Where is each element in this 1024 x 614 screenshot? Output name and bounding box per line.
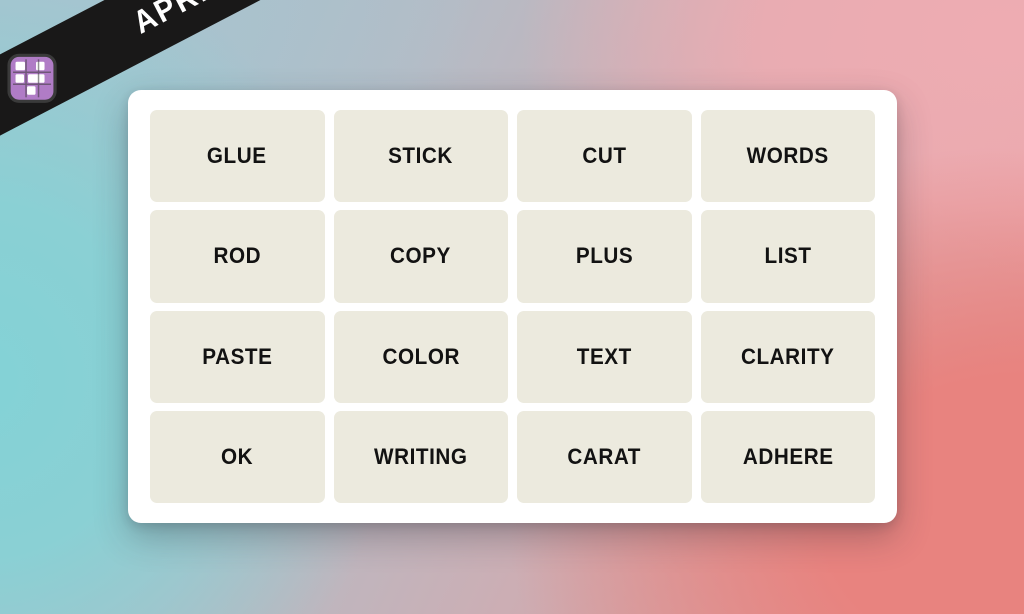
- word-tile-label: ROD: [213, 243, 262, 269]
- word-tile-label: ADHERE: [742, 443, 834, 469]
- word-tile[interactable]: ADHERE: [700, 410, 875, 503]
- connections-grid-logo-svg: [7, 53, 57, 103]
- word-tile-label: CLARITY: [740, 343, 835, 369]
- word-tile[interactable]: COLOR: [333, 310, 508, 403]
- word-tile-label: WORDS: [746, 143, 829, 169]
- word-tile[interactable]: COPY: [333, 210, 508, 303]
- word-tile[interactable]: PLUS: [517, 210, 692, 303]
- word-tile[interactable]: WRITING: [333, 410, 508, 503]
- word-tile-label: TEXT: [576, 343, 632, 369]
- puzzle-card: GLUE STICK CUT WORDS ROD COPY PLUS LIST …: [128, 90, 897, 523]
- word-tile-label: WRITING: [373, 443, 468, 469]
- word-tile[interactable]: OK: [150, 410, 325, 503]
- word-tile[interactable]: PASTE: [150, 310, 325, 403]
- word-tile[interactable]: STICK: [333, 110, 508, 203]
- word-tile-label: GLUE: [207, 143, 268, 169]
- word-tile[interactable]: ROD: [150, 210, 325, 303]
- word-tile-label: OK: [221, 443, 254, 469]
- word-tile-label: PASTE: [202, 343, 273, 369]
- word-tile[interactable]: CUT: [517, 110, 692, 203]
- word-tile[interactable]: WORDS: [700, 110, 875, 203]
- connections-grid-logo-icon: [0, 43, 67, 113]
- word-tile[interactable]: TEXT: [517, 310, 692, 403]
- word-tile-label: CUT: [582, 143, 627, 169]
- word-tile-label: COPY: [390, 243, 452, 269]
- word-tile[interactable]: CARAT: [517, 410, 692, 503]
- word-tile-label: LIST: [764, 243, 812, 269]
- word-tile-label: COLOR: [381, 343, 460, 369]
- word-tile-label: PLUS: [575, 243, 633, 269]
- word-tile-label: CARAT: [567, 443, 642, 469]
- word-tile-grid: GLUE STICK CUT WORDS ROD COPY PLUS LIST …: [150, 110, 875, 503]
- word-tile[interactable]: CLARITY: [700, 310, 875, 403]
- word-tile-label: STICK: [388, 143, 454, 169]
- word-tile[interactable]: LIST: [700, 210, 875, 303]
- word-tile[interactable]: GLUE: [150, 110, 325, 203]
